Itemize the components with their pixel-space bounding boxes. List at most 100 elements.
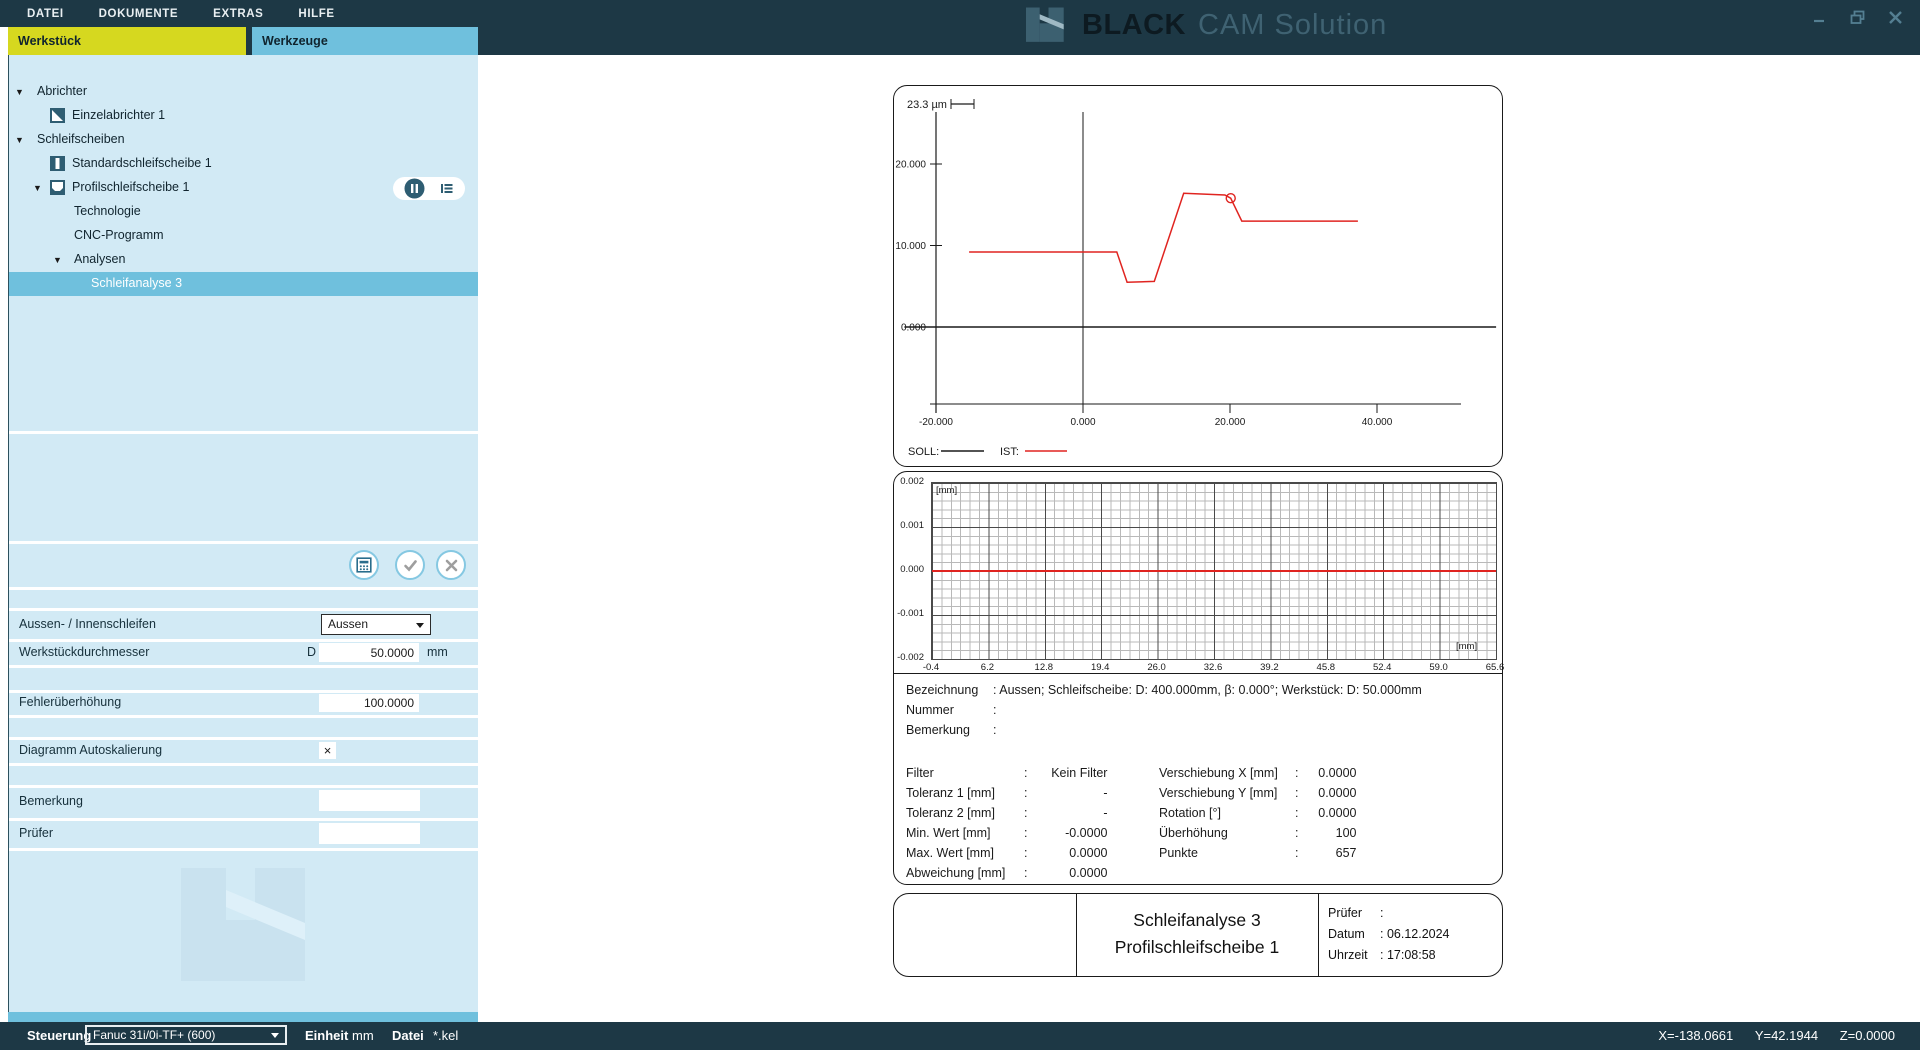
nummer-row: Nummer:: [906, 700, 1422, 720]
bemerkung-label: Bemerkung: [906, 720, 983, 740]
title-block-meta: Prüfer: Datum: 06.12.2024 Uhrzeit: 17:08…: [1328, 903, 1450, 966]
close-icon: [444, 558, 459, 573]
app-window: DATEI DOKUMENTE EXTRAS HILFE BLACK CAM S…: [0, 0, 1920, 1050]
chevron-down-icon[interactable]: ▼: [15, 87, 24, 97]
divider: [9, 608, 478, 611]
deviation-unit-label-top: [mm]: [936, 485, 957, 496]
dev-y-tick-label: -0.001: [897, 608, 924, 619]
chart-tick-label: 20.000: [1215, 417, 1246, 428]
close-icon[interactable]: [1884, 6, 1906, 28]
chart-tick-label: 40.000: [1362, 417, 1393, 428]
error-exaggeration-input[interactable]: [319, 694, 419, 712]
tree-item-standardschleifscheibe[interactable]: Standardschleifscheibe 1: [9, 152, 478, 176]
param-value: -: [1027, 783, 1107, 803]
tree-item-analysen[interactable]: ▼ Analysen: [9, 248, 478, 272]
param-label: Max. Wert [mm]: [906, 843, 1024, 863]
grinding-type-label: Aussen- / Innenschleifen: [19, 613, 156, 635]
pruefer-row: Prüfer:: [1328, 903, 1450, 924]
tree-item-schleifanalyse-3[interactable]: Schleifanalyse 3: [9, 272, 478, 296]
param-value: 0.0000: [1298, 803, 1356, 823]
grinding-type-select[interactable]: Aussen: [321, 614, 431, 635]
brand-subname: CAM Solution: [1198, 9, 1387, 42]
param-row: Min. Wert [mm]:-0.0000: [906, 823, 1107, 843]
param-value: 0.0000: [1027, 863, 1107, 883]
tab-werkstueck[interactable]: Werkstück: [8, 27, 246, 55]
inspector-input[interactable]: [319, 823, 420, 844]
divider: [9, 715, 478, 718]
divider: [9, 848, 478, 851]
menu-dokumente[interactable]: DOKUMENTE: [99, 8, 179, 20]
deviation-zero-line: [932, 570, 1496, 572]
dev-x-tick-label: 26.0: [1137, 662, 1177, 673]
workpiece-diameter-label: Werkstückdurchmesser: [19, 641, 149, 663]
param-label: Überhöhung: [1159, 823, 1295, 843]
chevron-down-icon[interactable]: ▼: [15, 135, 24, 145]
param-value: 657: [1298, 843, 1356, 863]
status-bar: Steuerung Fanuc 31i/0i-TF+ (600) Einheit…: [0, 1022, 1920, 1050]
param-label: Toleranz 1 [mm]: [906, 783, 1024, 803]
divider: [9, 665, 478, 668]
steuerung-label: Steuerung: [27, 1022, 91, 1050]
bezeichnung-row: Bezeichnung: Aussen; Schleifscheibe: D: …: [906, 680, 1422, 700]
tree-item-einzelabrichter[interactable]: Einzelabrichter 1: [9, 104, 478, 128]
machine-coordinates: X=-138.0661 Y=42.1944 Z=0.0000: [1640, 1022, 1895, 1050]
chart-tick-label: SOLL:: [908, 446, 939, 458]
calculate-button[interactable]: [349, 550, 379, 580]
pause-icon[interactable]: [404, 178, 425, 199]
inspector-label: Prüfer: [19, 822, 53, 844]
chevron-down-icon: [416, 623, 424, 628]
cancel-button[interactable]: [436, 550, 466, 580]
param-row: Punkte:657: [1159, 843, 1356, 863]
tree-item-cnc-programm[interactable]: CNC-Programm: [9, 224, 478, 248]
autoscale-checkbox[interactable]: ×: [319, 742, 336, 759]
tree-item-technologie[interactable]: Technologie: [9, 200, 478, 224]
einheit-label: Einheit: [305, 1022, 348, 1050]
grinding-type-value: Aussen: [328, 617, 368, 631]
analysis-panel: 0.0020.0010.000-0.001-0.002 -0.46.212.81…: [893, 471, 1503, 885]
datum-label: Datum: [1328, 924, 1380, 945]
menu-hilfe[interactable]: HILFE: [298, 8, 334, 20]
apply-button[interactable]: [395, 550, 425, 580]
analysis-params-left: Filter:Kein FilterToleranz 1 [mm]:-Toler…: [906, 763, 1107, 883]
chart-tick-label: 20.000: [895, 160, 926, 171]
dev-x-tick-label: -0.4: [911, 662, 951, 673]
controller-select[interactable]: Fanuc 31i/0i-TF+ (600): [85, 1025, 287, 1045]
tree-item-abrichter[interactable]: ▼ Abrichter: [9, 80, 478, 104]
chart-tick-label: 23.3 µm: [907, 99, 947, 111]
remark-input[interactable]: [319, 790, 420, 811]
bezeichnung-value: : Aussen; Schleifscheibe: D: 400.000mm, …: [993, 683, 1422, 697]
datei-label: Datei: [392, 1022, 424, 1050]
brand-logo: BLACK CAM Solution: [1026, 6, 1387, 44]
workpiece-diameter-input[interactable]: [319, 643, 419, 662]
title-block: Schleifanalyse 3 Profilschleifscheibe 1 …: [893, 893, 1503, 977]
standard-wheel-icon: [50, 156, 65, 171]
menu-extras[interactable]: EXTRAS: [213, 8, 263, 20]
param-row: Rotation [°]:0.0000: [1159, 803, 1356, 823]
divider: [9, 431, 478, 434]
profile-chart: 0.00010.00020.000-20.0000.00020.00040.00…: [894, 86, 1501, 465]
tree-item-schleifscheiben[interactable]: ▼ Schleifscheiben: [9, 128, 478, 152]
sidebar-panel: ▼ Abrichter Einzelabrichter 1 ▼ Schleifs…: [8, 55, 478, 1012]
divider: [9, 785, 478, 788]
menu-datei[interactable]: DATEI: [27, 8, 64, 20]
param-value: 0.0000: [1298, 783, 1356, 803]
coord-x: X=-138.0661: [1658, 1028, 1733, 1043]
chevron-down-icon[interactable]: ▼: [53, 255, 62, 265]
param-value: 0.0000: [1298, 763, 1356, 783]
param-value: -0.0000: [1027, 823, 1107, 843]
chevron-down-icon[interactable]: ▼: [33, 183, 42, 193]
chevron-down-icon: [271, 1033, 279, 1038]
param-value: Kein Filter: [1027, 763, 1107, 783]
param-label: Verschiebung X [mm]: [1159, 763, 1295, 783]
param-row: Verschiebung X [mm]:0.0000: [1159, 763, 1356, 783]
list-icon[interactable]: [439, 181, 454, 196]
tab-werkzeuge[interactable]: Werkzeuge: [252, 27, 478, 55]
param-row: Überhöhung:100: [1159, 823, 1356, 843]
dresser-icon: [50, 108, 65, 123]
dev-x-tick-label: 65.6: [1475, 662, 1515, 673]
restore-icon[interactable]: [1846, 6, 1868, 28]
minimize-icon[interactable]: [1808, 6, 1830, 28]
dev-y-tick-label: 0.001: [900, 520, 924, 531]
check-icon: [402, 557, 419, 574]
analysis-description: Bezeichnung: Aussen; Schleifscheibe: D: …: [906, 680, 1422, 740]
